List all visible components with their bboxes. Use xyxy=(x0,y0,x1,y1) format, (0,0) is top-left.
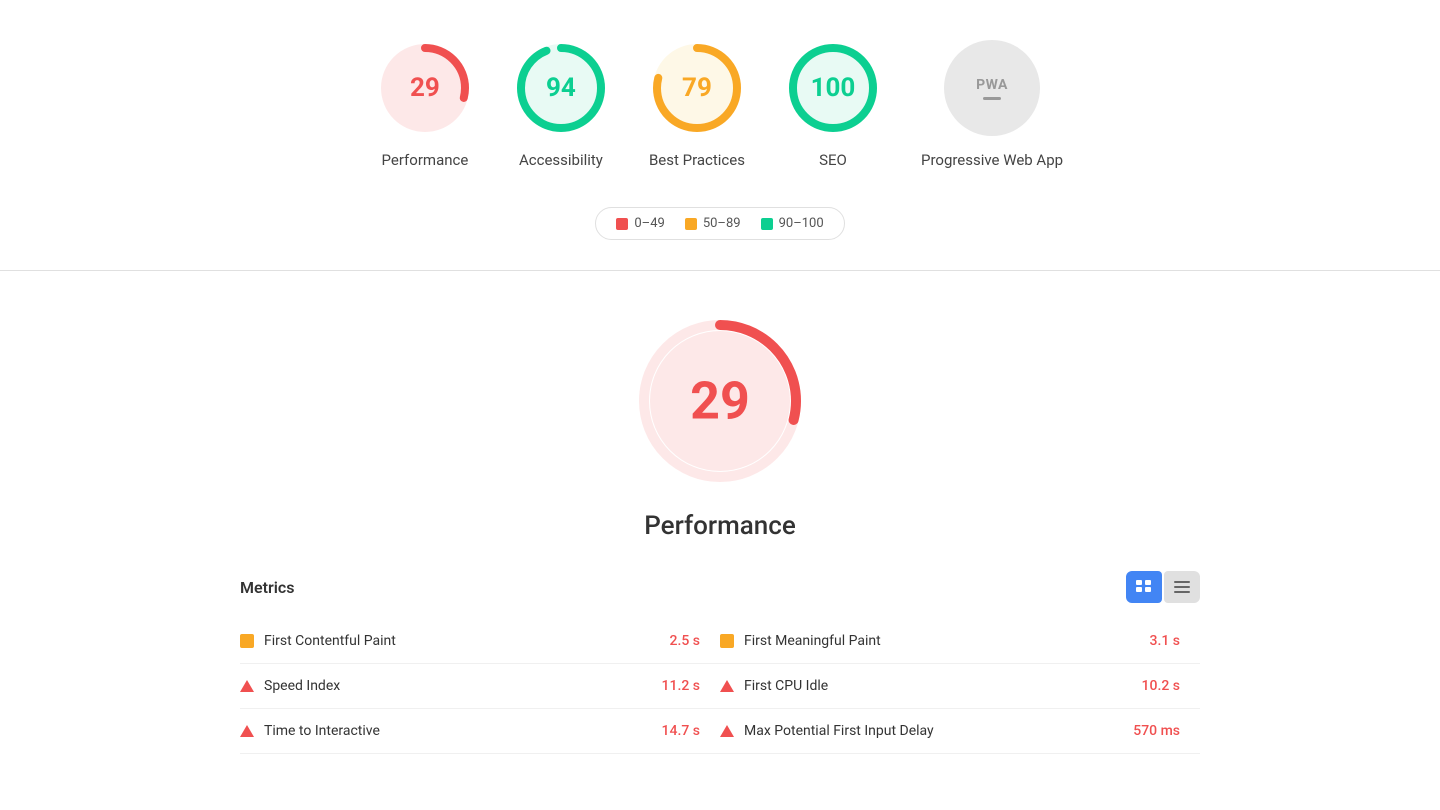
mpfid-name: Max Potential First Input Delay xyxy=(744,723,1123,739)
seo-gauge: 100 xyxy=(785,40,881,136)
metrics-right-column: First Meaningful Paint 3.1 s First CPU I… xyxy=(720,619,1200,754)
score-card-pwa[interactable]: PWA Progressive Web App xyxy=(921,40,1063,171)
score-legend: 0–49 50–89 90–100 xyxy=(595,207,844,240)
metrics-left-column: First Contentful Paint 2.5 s Speed Index… xyxy=(240,619,720,754)
legend-high-range: 90–100 xyxy=(779,216,824,231)
pwa-card-label: Progressive Web App xyxy=(921,150,1063,171)
performance-gauge: 29 xyxy=(377,40,473,136)
fci-value: 10.2 s xyxy=(1142,678,1200,694)
score-card-seo[interactable]: 100 SEO xyxy=(785,40,881,171)
large-performance-gauge: 29 xyxy=(630,311,810,491)
performance-label: Performance xyxy=(382,150,469,171)
speed-index-icon xyxy=(240,680,254,692)
tti-value: 14.7 s xyxy=(662,723,720,739)
speed-index-name: Speed Index xyxy=(264,678,652,694)
metric-row-mpfid: Max Potential First Input Delay 570 ms xyxy=(720,709,1200,754)
legend-high: 90–100 xyxy=(761,216,824,231)
metric-row-fci: First CPU Idle 10.2 s xyxy=(720,664,1200,709)
legend-low: 0–49 xyxy=(616,216,664,231)
speed-index-value: 11.2 s xyxy=(662,678,720,694)
metric-row-tti: Time to Interactive 14.7 s xyxy=(240,709,720,754)
bottom-section: 29 Performance Metrics xyxy=(0,271,1440,794)
seo-label: SEO xyxy=(819,150,847,171)
top-section: 29 Performance 94 Accessibility xyxy=(0,0,1440,270)
metric-row-fmp: First Meaningful Paint 3.1 s xyxy=(720,619,1200,664)
fcp-value: 2.5 s xyxy=(670,633,721,649)
best-practices-gauge: 79 xyxy=(649,40,745,136)
legend-mid-range: 50–89 xyxy=(703,216,741,231)
fmp-icon xyxy=(720,634,734,648)
view-toggle xyxy=(1126,571,1200,603)
fci-name: First CPU Idle xyxy=(744,678,1132,694)
pwa-dash-icon xyxy=(983,97,1001,100)
pwa-label: PWA xyxy=(976,77,1008,93)
legend-low-icon xyxy=(616,218,628,230)
performance-score: 29 xyxy=(410,75,440,101)
grid-view-icon xyxy=(1136,580,1152,594)
fci-icon xyxy=(720,680,734,692)
pwa-gauge: PWA xyxy=(944,40,1040,136)
accessibility-label: Accessibility xyxy=(519,150,603,171)
fmp-name: First Meaningful Paint xyxy=(744,633,1140,649)
fmp-value: 3.1 s xyxy=(1150,633,1201,649)
score-card-best-practices[interactable]: 79 Best Practices xyxy=(649,40,745,171)
seo-score: 100 xyxy=(811,75,856,101)
metric-row-fcp: First Contentful Paint 2.5 s xyxy=(240,619,720,664)
score-card-performance[interactable]: 29 Performance xyxy=(377,40,473,171)
tti-name: Time to Interactive xyxy=(264,723,652,739)
list-view-button[interactable] xyxy=(1164,571,1200,603)
score-cards: 29 Performance 94 Accessibility xyxy=(377,40,1063,171)
large-performance-score: 29 xyxy=(690,371,750,432)
performance-section-title: Performance xyxy=(644,511,796,541)
metric-row-speed-index: Speed Index 11.2 s xyxy=(240,664,720,709)
fcp-icon xyxy=(240,634,254,648)
list-view-icon xyxy=(1174,580,1190,594)
metrics-container: Metrics xyxy=(240,571,1200,754)
fcp-name: First Contentful Paint xyxy=(264,633,660,649)
mpfid-icon xyxy=(720,725,734,737)
best-practices-score: 79 xyxy=(682,75,712,101)
legend-mid: 50–89 xyxy=(685,216,741,231)
tti-icon xyxy=(240,725,254,737)
accessibility-score: 94 xyxy=(546,75,576,101)
legend-high-icon xyxy=(761,218,773,230)
legend-mid-icon xyxy=(685,218,697,230)
score-card-accessibility[interactable]: 94 Accessibility xyxy=(513,40,609,171)
mpfid-value: 570 ms xyxy=(1133,723,1200,739)
metrics-grid: First Contentful Paint 2.5 s Speed Index… xyxy=(240,619,1200,754)
best-practices-label: Best Practices xyxy=(649,150,745,171)
metrics-header: Metrics xyxy=(240,571,1200,603)
legend-low-range: 0–49 xyxy=(634,216,664,231)
grid-view-button[interactable] xyxy=(1126,571,1162,603)
accessibility-gauge: 94 xyxy=(513,40,609,136)
metrics-title: Metrics xyxy=(240,578,294,597)
